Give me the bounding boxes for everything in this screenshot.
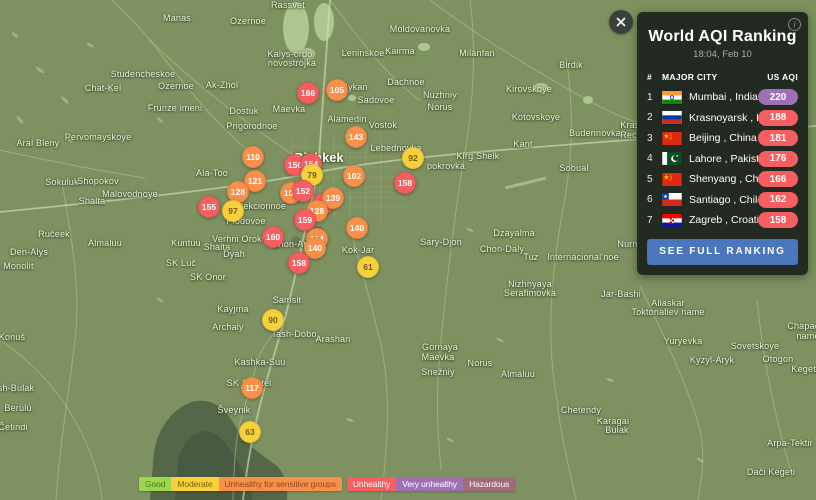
aqi-map-marker[interactable]: 102 <box>343 165 365 187</box>
country-flag-icon <box>662 132 682 145</box>
rank-number: 6 <box>647 194 660 205</box>
aqi-map-marker[interactable]: 92 <box>402 147 424 169</box>
city-name: Zagreb , Croatia <box>689 214 758 226</box>
ranking-rows: 1 Mumbai , India 220 2 Krasnoyarsk , Rus… <box>647 87 798 231</box>
city-name: Krasnoyarsk , Russia <box>689 112 758 124</box>
ranking-table-header: # MAJOR CITY US AQI <box>647 69 798 85</box>
aqi-badge: 176 <box>758 151 798 167</box>
aqi-badge: 162 <box>758 192 798 208</box>
rank-number: 7 <box>647 215 660 226</box>
aqi-map-marker[interactable]: 158 <box>394 172 416 194</box>
aqi-map-marker[interactable]: 140 <box>346 217 368 239</box>
world-aqi-ranking-panel: i World AQI Ranking 18:04, Feb 10 # MAJO… <box>637 12 808 275</box>
aqi-badge: 220 <box>758 89 798 105</box>
aqi-badge: 158 <box>758 212 798 228</box>
legend-item: Very unhealthy <box>396 477 463 491</box>
aqi-map-marker[interactable]: 90 <box>262 309 284 331</box>
column-rank: # <box>647 72 662 82</box>
legend-group: UnhealthyVery unhealthyHazardous <box>347 477 515 491</box>
column-aqi: US AQI <box>767 72 798 82</box>
see-full-ranking-button[interactable]: SEE FULL RANKING <box>647 239 798 265</box>
aqi-map-marker[interactable]: 166 <box>297 82 319 104</box>
column-city: MAJOR CITY <box>662 72 767 82</box>
aqi-map-marker[interactable]: 152 <box>292 180 314 202</box>
city-name: Shenyang , China <box>689 173 758 185</box>
aqi-badge: 166 <box>758 171 798 187</box>
aqi-badge: 181 <box>758 130 798 146</box>
info-icon[interactable]: i <box>788 18 801 31</box>
close-icon <box>615 16 627 28</box>
rank-number: 5 <box>647 174 660 185</box>
aqi-badge: 188 <box>758 110 798 126</box>
country-flag-icon <box>662 111 682 124</box>
aqi-map-marker[interactable]: 158 <box>288 252 310 274</box>
ranking-row[interactable]: 1 Mumbai , India 220 <box>647 87 798 108</box>
aqi-map-marker[interactable]: 155 <box>198 196 220 218</box>
aqi-legend: GoodModerateUnhealthy for sensitive grou… <box>139 477 515 491</box>
country-flag-icon <box>662 193 682 206</box>
aqi-map-app: BishkekManasOzernoeRassvetMoldovanovkaKa… <box>0 0 816 500</box>
country-flag-icon <box>662 152 682 165</box>
rank-number: 2 <box>647 112 660 123</box>
ranking-row[interactable]: 4 Lahore , Pakistan 176 <box>647 149 798 170</box>
rank-number: 1 <box>647 92 660 103</box>
ranking-row[interactable]: 2 Krasnoyarsk , Russia 188 <box>647 108 798 129</box>
ranking-row[interactable]: 3 Beijing , China 181 <box>647 128 798 149</box>
rank-number: 3 <box>647 133 660 144</box>
city-name: Santiago , Chile <box>689 194 758 206</box>
legend-item: Unhealthy for sensitive groups <box>219 477 342 491</box>
city-name: Beijing , China <box>689 132 758 144</box>
aqi-map-marker[interactable]: 117 <box>241 377 263 399</box>
panel-title: World AQI Ranking <box>647 28 798 46</box>
ranking-row[interactable]: 7 Zagreb , Croatia 158 <box>647 210 798 231</box>
city-name: Lahore , Pakistan <box>689 153 758 165</box>
legend-item: Moderate <box>171 477 218 491</box>
close-button[interactable] <box>609 10 633 34</box>
aqi-map-marker[interactable]: 61 <box>357 256 379 278</box>
panel-timestamp: 18:04, Feb 10 <box>647 49 798 60</box>
city-name: Mumbai , India <box>689 91 758 103</box>
aqi-map-marker[interactable]: 63 <box>239 421 261 443</box>
legend-group: GoodModerateUnhealthy for sensitive grou… <box>139 477 342 491</box>
country-flag-icon <box>662 91 682 104</box>
legend-item: Good <box>139 477 171 491</box>
aqi-map-marker[interactable]: 110 <box>242 146 264 168</box>
rank-number: 4 <box>647 153 660 164</box>
country-flag-icon <box>662 214 682 227</box>
aqi-map-marker[interactable]: 143 <box>345 126 367 148</box>
aqi-map-marker[interactable]: 160 <box>262 226 284 248</box>
aqi-map-marker[interactable]: 105 <box>326 79 348 101</box>
ranking-row[interactable]: 5 Shenyang , China 166 <box>647 169 798 190</box>
legend-item: Unhealthy <box>347 477 396 491</box>
aqi-map-marker[interactable]: 97 <box>222 200 244 222</box>
legend-item: Hazardous <box>463 477 515 491</box>
ranking-row[interactable]: 6 Santiago , Chile 162 <box>647 190 798 211</box>
country-flag-icon <box>662 173 682 186</box>
